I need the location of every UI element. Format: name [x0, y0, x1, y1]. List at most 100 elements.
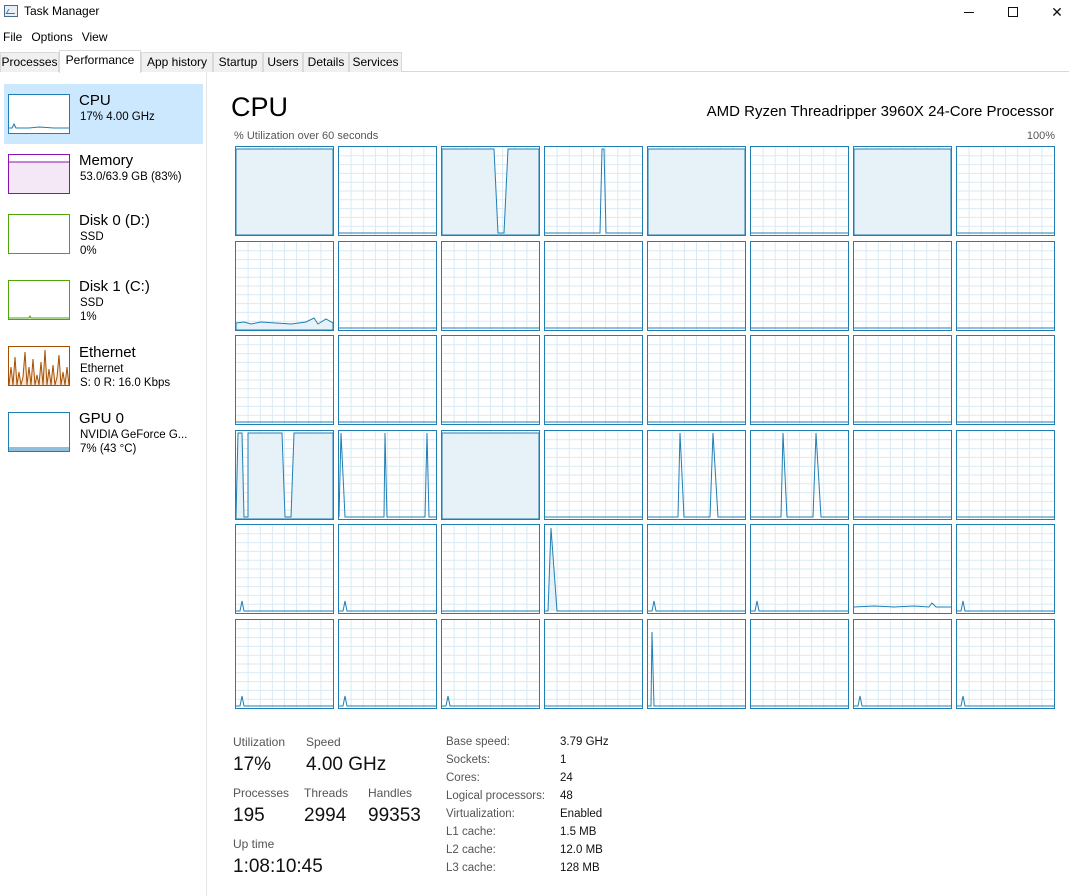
minimize-button[interactable]: [946, 0, 992, 24]
menu-bar: File Options View: [0, 28, 114, 46]
detail-key: Sockets:: [446, 754, 491, 766]
disk-0-thumbnail: [8, 214, 70, 254]
sidebar-item-detail: 7% (43 °C): [80, 443, 137, 455]
title-bar: Task Manager ✕: [0, 0, 1069, 24]
logical-processor-graph: [235, 430, 334, 520]
logical-processor-graph: [750, 146, 849, 236]
logical-processor-graph: [441, 619, 540, 709]
logical-processor-graph: [338, 619, 437, 709]
resource-list: CPU 17% 4.00 GHz Memory 53.0/63.9 GB (83…: [0, 72, 207, 896]
sidebar-item-label: Disk 0 (D:): [79, 212, 150, 229]
logical-processor-graph: [750, 335, 849, 425]
detail-value: 128 MB: [560, 862, 600, 874]
maximize-button[interactable]: [990, 0, 1036, 24]
logical-processor-graph: [647, 430, 746, 520]
logical-processor-graph: [853, 524, 952, 614]
handles-value: 99353: [368, 805, 421, 826]
sidebar-item-detail: S: 0 R: 16.0 Kbps: [80, 377, 171, 389]
logical-processor-graph: [338, 335, 437, 425]
sidebar-item-label: Ethernet: [79, 344, 136, 361]
logical-processor-graph: [544, 146, 643, 236]
sidebar-item-disk-0[interactable]: Disk 0 (D:) SSD 0%: [4, 204, 203, 264]
sidebar-item-label: GPU 0: [79, 410, 125, 427]
tab-startup[interactable]: Startup: [213, 52, 263, 72]
tab-processes[interactable]: Processes: [0, 52, 59, 72]
logical-processor-graph: [750, 241, 849, 331]
processes-label: Processes: [233, 786, 290, 800]
logical-processor-graph: [853, 335, 952, 425]
detail-value: 12.0 MB: [560, 844, 603, 856]
processor-name: AMD Ryzen Threadripper 3960X 24-Core Pro…: [706, 103, 1054, 120]
sidebar-item-type: SSD: [80, 297, 104, 309]
logical-processor-graph: [853, 146, 952, 236]
logical-processor-graph: [853, 430, 952, 520]
tab-services[interactable]: Services: [349, 52, 402, 72]
logical-processor-graph: [441, 146, 540, 236]
logical-processor-graph: [647, 619, 746, 709]
logical-processor-graph: [647, 146, 746, 236]
disk-1-thumbnail: [8, 280, 70, 320]
menu-options[interactable]: Options: [28, 28, 78, 46]
sidebar-item-cpu[interactable]: CPU 17% 4.00 GHz: [4, 84, 203, 144]
uptime-value: 1:08:10:45: [233, 856, 323, 877]
logical-processor-graph: [544, 619, 643, 709]
sidebar-item-memory[interactable]: Memory 53.0/63.9 GB (83%): [4, 144, 203, 204]
task-manager-icon: [4, 5, 18, 17]
close-button[interactable]: ✕: [1034, 0, 1069, 24]
cpu-thumbnail: [8, 94, 70, 134]
logical-processor-graph: [956, 335, 1055, 425]
logical-processor-graph: [338, 524, 437, 614]
sidebar-item-adapter: Ethernet: [80, 363, 124, 375]
menu-file[interactable]: File: [0, 28, 28, 46]
window-title: Task Manager: [24, 4, 100, 18]
sidebar-item-type: SSD: [80, 231, 104, 243]
logical-processor-graph: [235, 335, 334, 425]
sidebar-item-disk-1[interactable]: Disk 1 (C:) SSD 1%: [4, 270, 203, 330]
detail-key: Logical processors:: [446, 790, 546, 802]
sidebar-item-ethernet[interactable]: Ethernet Ethernet S: 0 R: 16.0 Kbps: [4, 336, 203, 396]
detail-key: L3 cache:: [446, 862, 496, 874]
memory-thumbnail: [8, 154, 70, 194]
detail-value: 3.79 GHz: [560, 736, 609, 748]
detail-value: 24: [560, 772, 573, 784]
speed-value: 4.00 GHz: [306, 754, 387, 775]
tab-performance[interactable]: Performance: [59, 50, 141, 73]
speed-label: Speed: [306, 735, 341, 749]
logical-processor-graph: [544, 335, 643, 425]
logical-processor-graph: [853, 619, 952, 709]
logical-processor-graph: [647, 524, 746, 614]
logical-processor-graph: [235, 524, 334, 614]
sidebar-item-label: Disk 1 (C:): [79, 278, 150, 295]
logical-processor-graph: [544, 524, 643, 614]
utilization-label: Utilization: [233, 735, 286, 749]
ethernet-thumbnail: [8, 346, 70, 386]
tab-users[interactable]: Users: [263, 52, 303, 72]
sidebar-item-adapter: NVIDIA GeForce G...: [80, 429, 188, 441]
logical-processor-graph: [338, 430, 437, 520]
sidebar-item-gpu-0[interactable]: GPU 0 NVIDIA GeForce G... 7% (43 °C): [4, 402, 203, 462]
logical-processor-graph: [544, 430, 643, 520]
logical-processor-graph: [956, 241, 1055, 331]
logical-processor-graph: [956, 430, 1055, 520]
detail-key: L1 cache:: [446, 826, 496, 838]
logical-processor-graph: [544, 241, 643, 331]
logical-processor-graph: [956, 146, 1055, 236]
logical-processor-graph: [441, 241, 540, 331]
sidebar-item-label: CPU: [79, 92, 111, 109]
tab-app-history[interactable]: App history: [141, 52, 213, 72]
graph-max-label: 100%: [1026, 130, 1055, 142]
detail-value: 48: [560, 790, 573, 802]
menu-view[interactable]: View: [79, 28, 114, 46]
detail-value: 1.5 MB: [560, 826, 597, 838]
detail-value: Enabled: [560, 808, 603, 820]
logical-processor-graph: [441, 335, 540, 425]
detail-key: Base speed:: [446, 736, 510, 748]
logical-processor-graph: [750, 619, 849, 709]
detail-key: L2 cache:: [446, 844, 496, 856]
tab-details[interactable]: Details: [303, 52, 349, 72]
utilization-value: 17%: [233, 754, 272, 775]
sidebar-item-label: Memory: [79, 152, 134, 169]
logical-processor-graph: [441, 430, 540, 520]
logical-processor-graph: [750, 524, 849, 614]
sidebar-item-detail: 17% 4.00 GHz: [80, 111, 155, 123]
